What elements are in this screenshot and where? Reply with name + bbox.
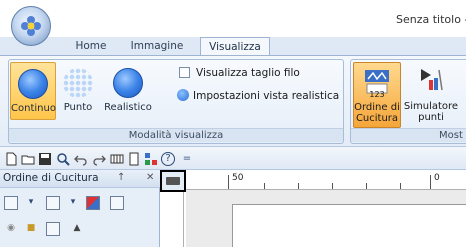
ruler-tick — [366, 183, 367, 189]
lock-icon[interactable]: ■ — [24, 222, 38, 236]
design-canvas[interactable] — [186, 190, 466, 247]
design-page[interactable] — [232, 204, 466, 247]
color-order-icon[interactable] — [86, 196, 100, 210]
window-title: Senza titolo - — [396, 13, 466, 26]
save-icon[interactable] — [38, 152, 52, 166]
ruler-tick — [430, 175, 431, 189]
continuous-view-label: Continuo — [11, 103, 56, 114]
eye-icon[interactable]: ◉ — [4, 222, 18, 236]
zoom-icon[interactable] — [56, 152, 70, 166]
continuous-view-button[interactable]: Continuo — [10, 62, 56, 120]
sewing-order-label-line1: Ordine di — [354, 102, 400, 113]
realistic-view-label: Realistico — [104, 102, 152, 113]
visualization-group-label: Modalità visualizza — [9, 128, 343, 142]
continuous-view-icon — [18, 69, 48, 99]
quick-access-toolbar: ? = — [0, 146, 466, 170]
layout-icon[interactable] — [144, 152, 158, 166]
show-group: 123 Ordine di Cucitura Simulatore punti … — [350, 59, 466, 144]
dropdown-arrow-icon-2[interactable]: ▾ — [66, 196, 80, 210]
new-file-icon[interactable] — [4, 152, 18, 166]
grid-icon[interactable] — [110, 152, 124, 166]
pane-toolbar: ▾ ▾ ◉ ■ ▲ — [0, 190, 160, 246]
stitch-point-view-button[interactable]: Punto — [57, 62, 99, 120]
customize-toolbar-icon[interactable]: = — [180, 152, 194, 166]
ruler-toggle-button[interactable] — [160, 170, 186, 192]
realistic-settings-icon — [177, 89, 189, 101]
disabled-tool-icon[interactable] — [46, 222, 60, 236]
stitch-simulator-label-line1: Simulatore — [403, 101, 459, 112]
ruler-toggle-icon — [166, 177, 180, 185]
stitch-simulator-label: Simulatore punti — [403, 101, 459, 123]
sewing-order-label-line2: Cucitura — [355, 113, 399, 124]
frame-icon[interactable] — [110, 196, 124, 210]
thread-cut-checkbox[interactable] — [179, 67, 190, 78]
realistic-view-icon — [113, 68, 143, 98]
select-all-icon[interactable] — [4, 196, 18, 210]
sewing-order-badge: 123 — [369, 90, 385, 99]
show-group-label: Most — [351, 128, 466, 142]
page-icon[interactable] — [127, 152, 141, 166]
vertical-ruler — [170, 190, 184, 247]
open-file-icon[interactable] — [21, 152, 35, 166]
redo-icon[interactable] — [92, 152, 106, 166]
title-bar: Senza titolo - — [0, 0, 466, 46]
realistic-settings-label: Impostazioni vista realistica — [193, 90, 340, 102]
ribbon-tab-row: Home Immagine Visualizza — [0, 37, 466, 56]
thread-cut-label: Visualizza taglio filo — [196, 67, 300, 79]
sewing-order-pane: Ordine di Cucitura ↑ ✕ ▾ ▾ ◉ ■ ▲ — [0, 170, 160, 247]
ruler-label-0: 0 — [434, 173, 440, 183]
realistic-view-button[interactable]: Realistico — [99, 62, 157, 120]
sewing-order-label: Ordine di Cucitura — [354, 102, 400, 124]
sewing-order-button[interactable]: 123 Ordine di Cucitura — [353, 62, 401, 128]
ruler-tick — [264, 183, 265, 189]
stitch-point-view-label: Punto — [63, 102, 93, 113]
ruler-label-50: 50 — [232, 173, 244, 183]
stitch-point-view-icon — [63, 68, 93, 98]
tab-visualizza[interactable]: Visualizza — [200, 37, 270, 56]
ribbon: Continuo Punto Realistico Visualizza tag… — [0, 55, 466, 146]
pin-icon[interactable]: ↑ — [117, 172, 125, 183]
ruler-tick — [400, 183, 401, 189]
ruler-tick — [228, 175, 229, 189]
application-menu-button[interactable] — [11, 6, 51, 46]
ungroup-icon[interactable] — [46, 196, 60, 210]
thread-cut-checkbox-row[interactable]: Visualizza taglio filo — [179, 67, 300, 83]
help-icon[interactable]: ? — [161, 152, 175, 166]
close-pane-icon[interactable]: ✕ — [146, 172, 154, 183]
tab-home[interactable]: Home — [66, 37, 116, 55]
undo-icon[interactable] — [74, 152, 88, 166]
ruler-tick — [332, 183, 333, 189]
tab-immagine[interactable]: Immagine — [126, 37, 188, 55]
pane-title: Ordine di Cucitura — [3, 172, 99, 184]
pane-title-bar: Ordine di Cucitura ↑ ✕ — [0, 170, 160, 188]
ruler-tick — [298, 183, 299, 189]
dropdown-arrow-icon[interactable]: ▾ — [24, 196, 38, 210]
realistic-settings-button[interactable]: Impostazioni vista realistica — [177, 89, 339, 105]
stitch-simulator-button[interactable]: Simulatore punti — [403, 62, 459, 128]
flower-logo-icon — [21, 16, 41, 36]
visualization-mode-group: Continuo Punto Realistico Visualizza tag… — [8, 59, 344, 144]
stitch-simulator-icon — [421, 69, 443, 91]
horizontal-ruler: 50 0 — [186, 172, 466, 190]
stitch-simulator-label-line2: punti — [418, 112, 444, 123]
pointer-icon[interactable]: ▲ — [70, 222, 84, 236]
